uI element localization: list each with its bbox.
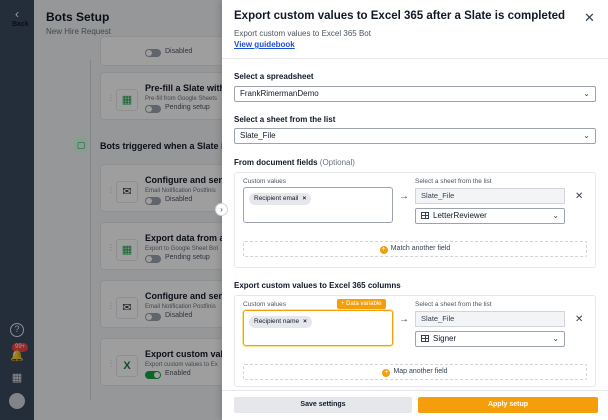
map-another-label: Map another field	[393, 368, 448, 375]
table-icon	[421, 212, 429, 219]
match-another-label: Match another field	[390, 245, 451, 252]
custom-values-input[interactable]: Recipient name ×	[243, 310, 393, 346]
remove-row-icon[interactable]: ✕	[575, 314, 583, 325]
chevron-down-icon: ⌄	[552, 211, 559, 220]
data-variable-button[interactable]: + Data variable	[337, 299, 386, 309]
save-settings-button[interactable]: Save settings	[234, 397, 412, 413]
divider	[222, 58, 608, 59]
drawer-subtitle: Export custom values to Excel 365 Bot	[234, 29, 371, 38]
collapse-drawer-button[interactable]: ›	[215, 203, 228, 216]
sheet-select[interactable]: Slate_File ⌄	[234, 128, 596, 144]
tag-chip: Recipient name ×	[249, 316, 312, 328]
spreadsheet-value: FrankRimermanDemo	[240, 89, 319, 98]
spreadsheet-select[interactable]: FrankRimermanDemo ⌄	[234, 86, 596, 102]
column-value: Signer	[433, 334, 457, 343]
sheet-readonly-field: Slate_File	[415, 311, 565, 327]
arrow-right-icon: →	[399, 191, 409, 202]
guidebook-link[interactable]: View guidebook	[234, 40, 295, 49]
remove-tag-icon[interactable]: ×	[303, 318, 307, 325]
tag-label: Recipient name	[254, 318, 300, 325]
apply-setup-button[interactable]: Apply setup	[418, 397, 598, 413]
table-icon	[421, 335, 429, 342]
tag-chip: Recipient email ×	[249, 193, 312, 205]
map-another-field-button[interactable]: + Map another field	[243, 364, 587, 380]
chevron-down-icon: ⌄	[552, 334, 559, 343]
drawer-title: Export custom values to Excel 365 after …	[234, 10, 566, 22]
sheet-value: Slate_File	[240, 131, 276, 140]
export-columns-label: Export custom values to Excel 365 column…	[234, 281, 401, 290]
sheet-select-label: Select a sheet from the list	[415, 301, 492, 308]
drawer-footer: Save settings Apply setup	[222, 390, 608, 420]
plus-icon: +	[379, 246, 388, 254]
close-icon[interactable]: ✕	[584, 10, 595, 26]
settings-drawer: Export custom values to Excel 365 after …	[222, 0, 608, 420]
custom-values-label: Custom values	[243, 178, 286, 185]
sheet-readonly-field: Slate_File	[415, 188, 565, 204]
optional-text: (Optional)	[319, 158, 355, 167]
plus-icon: +	[382, 369, 391, 377]
remove-tag-icon[interactable]: ×	[302, 195, 306, 202]
remove-row-icon[interactable]: ✕	[575, 191, 583, 202]
column-select[interactable]: LetterReviewer ⌄	[415, 208, 565, 224]
doc-fields-label: From document fields (Optional)	[234, 158, 355, 167]
doc-fields-text: From document fields	[234, 158, 318, 167]
chevron-down-icon: ⌄	[583, 89, 590, 98]
arrow-right-icon: →	[399, 314, 409, 325]
export-mapping: Custom values + Data variable Recipient …	[234, 295, 596, 387]
match-another-field-button[interactable]: + Match another field	[243, 241, 587, 257]
chevron-right-icon: ›	[220, 205, 223, 214]
chevron-down-icon: ⌄	[583, 131, 590, 140]
doc-fields-mapping: Custom values Recipient email × → Select …	[234, 172, 596, 268]
custom-values-label: Custom values	[243, 301, 286, 308]
modal-overlay[interactable]	[0, 0, 222, 420]
column-select[interactable]: Signer ⌄	[415, 331, 565, 347]
tag-label: Recipient email	[254, 195, 299, 202]
sheet-label: Select a sheet from the list	[234, 115, 336, 124]
sheet-select-label: Select a sheet from the list	[415, 178, 492, 185]
column-value: LetterReviewer	[433, 211, 487, 220]
spreadsheet-label: Select a spreadsheet	[234, 72, 314, 81]
custom-values-input[interactable]: Recipient email ×	[243, 187, 393, 223]
